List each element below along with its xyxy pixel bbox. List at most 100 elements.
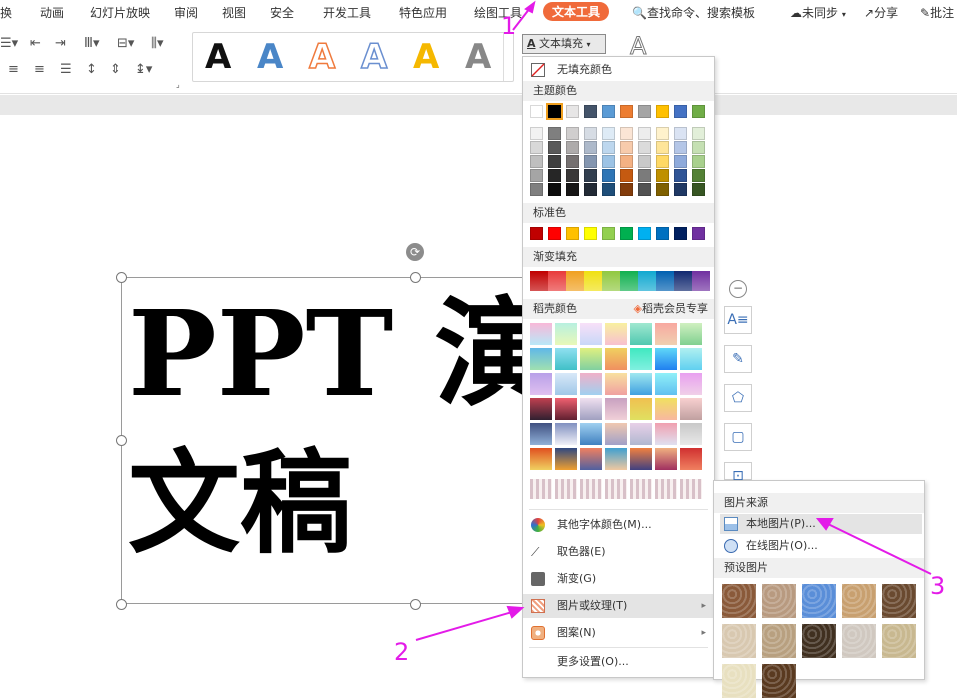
wps-gradient-swatch[interactable] (530, 423, 552, 445)
wps-gradient-swatch[interactable] (530, 373, 552, 395)
theme-shade-swatch[interactable] (656, 183, 669, 196)
standard-color-swatch[interactable] (584, 227, 597, 240)
text-style-orange-outline[interactable]: A (308, 36, 336, 78)
menu-item-transition[interactable]: 换 (0, 4, 12, 21)
theme-shade-swatch[interactable] (638, 169, 651, 182)
wps-gradient-swatch[interactable] (655, 348, 677, 370)
theme-shade-swatch[interactable] (530, 169, 543, 182)
no-fill-option[interactable]: 无填充颜色 (523, 58, 714, 82)
wps-gradient-swatch[interactable] (680, 398, 702, 420)
wps-gradient-swatch[interactable] (630, 348, 652, 370)
wps-gradient-swatch[interactable] (555, 398, 577, 420)
standard-color-swatch[interactable] (548, 227, 561, 240)
wps-gradient-swatch[interactable] (655, 398, 677, 420)
wps-gradient-swatch[interactable] (605, 448, 627, 470)
gradient-fill-swatch[interactable] (602, 271, 620, 291)
theme-shade-swatch[interactable] (566, 155, 579, 168)
theme-shade-swatch[interactable] (566, 183, 579, 196)
wps-gradient-swatch[interactable] (530, 448, 552, 470)
wps-gradient-swatch[interactable] (580, 448, 602, 470)
theme-shade-swatch[interactable] (602, 183, 615, 196)
theme-shade-swatch[interactable] (656, 141, 669, 154)
theme-color-swatch[interactable] (530, 105, 543, 118)
theme-shade-swatch[interactable] (674, 155, 687, 168)
theme-shade-swatch[interactable] (620, 155, 633, 168)
standard-color-swatch[interactable] (656, 227, 669, 240)
resize-handle[interactable] (116, 272, 127, 283)
standard-color-swatch[interactable] (530, 227, 543, 240)
gradient-fill-swatch[interactable] (674, 271, 692, 291)
text-style-blue[interactable]: A (257, 37, 283, 77)
decrease-indent-icon[interactable]: ⇤ (30, 36, 41, 51)
fill-icon[interactable]: ⬠ (724, 384, 752, 412)
slide-text-line2[interactable]: 文稿 (128, 440, 352, 568)
theme-shade-swatch[interactable] (530, 141, 543, 154)
resize-handle[interactable] (116, 599, 127, 610)
gradient-fill-swatch[interactable] (692, 271, 710, 291)
theme-shade-swatch[interactable] (692, 127, 705, 140)
theme-shade-swatch[interactable] (584, 183, 597, 196)
wps-gradient-swatch[interactable] (655, 423, 677, 445)
text-style-blue-outline[interactable]: A (360, 36, 388, 78)
preset-texture-swatch[interactable] (842, 624, 876, 658)
menu-item-slideshow[interactable]: 幻灯片放映 (90, 4, 150, 21)
wps-stripe-swatch[interactable] (580, 479, 602, 499)
text-style-black[interactable]: A (205, 37, 231, 77)
theme-shade-swatch[interactable] (638, 155, 651, 168)
wps-gradient-swatch[interactable] (630, 398, 652, 420)
preset-texture-swatch[interactable] (882, 584, 916, 618)
theme-shade-swatch[interactable] (638, 183, 651, 196)
comment-button[interactable]: ✎批注 (920, 4, 954, 21)
gradient-fill-swatch[interactable] (584, 271, 602, 291)
resize-handle[interactable] (410, 272, 421, 283)
brush-icon[interactable]: ✎ (724, 345, 752, 373)
standard-color-swatch[interactable] (602, 227, 615, 240)
wps-stripe-swatch[interactable] (605, 479, 627, 499)
theme-shade-swatch[interactable] (548, 169, 561, 182)
menu-item-features[interactable]: 特色应用 (399, 4, 447, 21)
theme-color-swatch[interactable] (692, 105, 705, 118)
pattern-item[interactable]: 图案(N) ▸ (523, 621, 714, 645)
align-text-icon[interactable]: ⊟▾ (117, 36, 134, 51)
theme-shade-swatch[interactable] (602, 141, 615, 154)
theme-color-swatch[interactable] (656, 105, 669, 118)
wps-gradient-swatch[interactable] (655, 323, 677, 345)
wps-gradient-swatch[interactable] (605, 323, 627, 345)
theme-color-swatch[interactable] (546, 103, 563, 120)
collapse-icon[interactable]: − (729, 280, 747, 298)
eyedropper-item[interactable]: ⟋ 取色器(E) (523, 540, 714, 564)
wps-gradient-swatch[interactable] (580, 398, 602, 420)
picture-texture-item[interactable]: 图片或纹理(T) ▸ (523, 594, 714, 618)
wps-gradient-swatch[interactable] (630, 448, 652, 470)
align-left-icon[interactable]: ≡ (8, 62, 19, 77)
theme-shade-swatch[interactable] (566, 127, 579, 140)
text-style-gray[interactable]: A (465, 37, 491, 77)
theme-shade-swatch[interactable] (530, 155, 543, 168)
text-format-icon[interactable]: A≡ (724, 306, 752, 334)
wps-gradient-swatch[interactable] (630, 423, 652, 445)
wps-gradient-swatch[interactable] (530, 323, 552, 345)
spacing-options-icon[interactable]: ↨▾ (135, 62, 152, 77)
search-box[interactable]: 🔍查找命令、搜索模板 (632, 4, 755, 21)
theme-shade-swatch[interactable] (620, 183, 633, 196)
theme-shade-swatch[interactable] (584, 127, 597, 140)
theme-shade-swatch[interactable] (566, 169, 579, 182)
preset-texture-swatch[interactable] (762, 624, 796, 658)
justify-icon[interactable]: ☰ (60, 62, 72, 77)
wps-gradient-swatch[interactable] (680, 323, 702, 345)
preset-texture-swatch[interactable] (802, 624, 836, 658)
menu-item-animation[interactable]: 动画 (40, 4, 64, 21)
theme-shade-swatch[interactable] (548, 155, 561, 168)
wps-gradient-swatch[interactable] (630, 373, 652, 395)
theme-color-swatch[interactable] (584, 105, 597, 118)
standard-color-swatch[interactable] (566, 227, 579, 240)
wps-gradient-swatch[interactable] (530, 348, 552, 370)
wps-stripe-swatch[interactable] (530, 479, 552, 499)
resize-handle[interactable] (410, 599, 421, 610)
wps-stripe-swatch[interactable] (555, 479, 577, 499)
preset-texture-swatch[interactable] (762, 584, 796, 618)
more-settings-item[interactable]: 更多设置(O)... (523, 650, 714, 674)
wps-gradient-swatch[interactable] (580, 348, 602, 370)
gradient-fill-swatch[interactable] (620, 271, 638, 291)
gallery-scrollbar[interactable] (503, 33, 513, 81)
